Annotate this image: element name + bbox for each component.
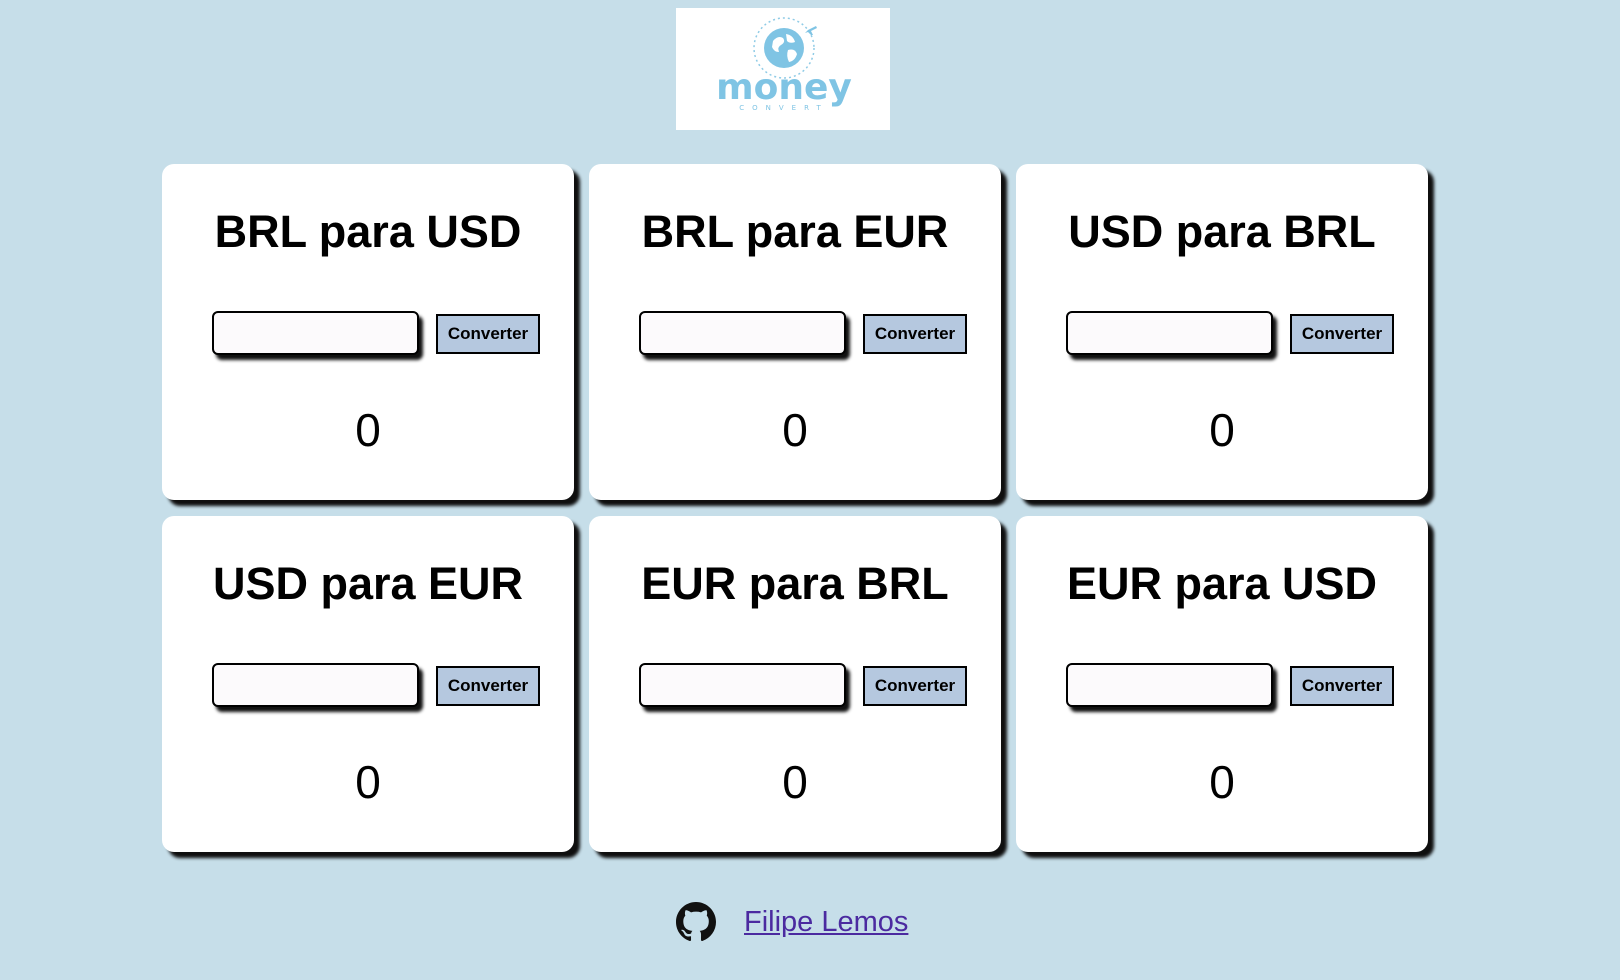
converter-card-usd-eur: USD para EUR Converter 0 [162,516,574,852]
convert-button[interactable]: Converter [863,314,967,354]
logo-tagline: CONVERT [739,104,828,112]
converter-grid: BRL para USD Converter 0 BRL para EUR Co… [162,164,1430,852]
converter-title: BRL para USD [214,206,522,257]
converter-title: USD para EUR [212,558,524,609]
author-link[interactable]: Filipe Lemos [744,906,908,939]
conversion-result: 0 [1209,756,1235,808]
amount-input[interactable] [212,663,419,707]
amount-input[interactable] [1066,663,1273,707]
converter-card-eur-usd: EUR para USD Converter 0 [1016,516,1428,852]
converter-title: EUR para BRL [641,558,949,609]
footer: Filipe Lemos [676,900,908,944]
amount-input[interactable] [639,311,846,355]
amount-input[interactable] [212,311,419,355]
converter-title: USD para BRL [1068,206,1376,257]
converter-title: EUR para USD [1066,558,1378,609]
money-convert-logo: money CONVERT [716,17,852,112]
conversion-result: 0 [1209,404,1235,456]
conversion-result: 0 [355,404,381,456]
convert-button[interactable]: Converter [863,666,967,706]
conversion-result: 0 [355,756,381,808]
converter-card-eur-brl: EUR para BRL Converter 0 [589,516,1001,852]
amount-input[interactable] [639,663,846,707]
conversion-result: 0 [782,756,808,808]
logo: money CONVERT [676,8,890,130]
converter-card-brl-eur: BRL para EUR Converter 0 [589,164,1001,500]
convert-button[interactable]: Converter [436,666,540,706]
amount-input[interactable] [1066,311,1273,355]
github-icon[interactable] [676,902,716,942]
logo-wordmark: money [716,67,852,108]
convert-button[interactable]: Converter [1290,666,1394,706]
convert-button[interactable]: Converter [1290,314,1394,354]
converter-card-usd-brl: USD para BRL Converter 0 [1016,164,1428,500]
converter-card-brl-usd: BRL para USD Converter 0 [162,164,574,500]
convert-button[interactable]: Converter [436,314,540,354]
converter-title: BRL para EUR [641,206,949,257]
conversion-result: 0 [782,404,808,456]
